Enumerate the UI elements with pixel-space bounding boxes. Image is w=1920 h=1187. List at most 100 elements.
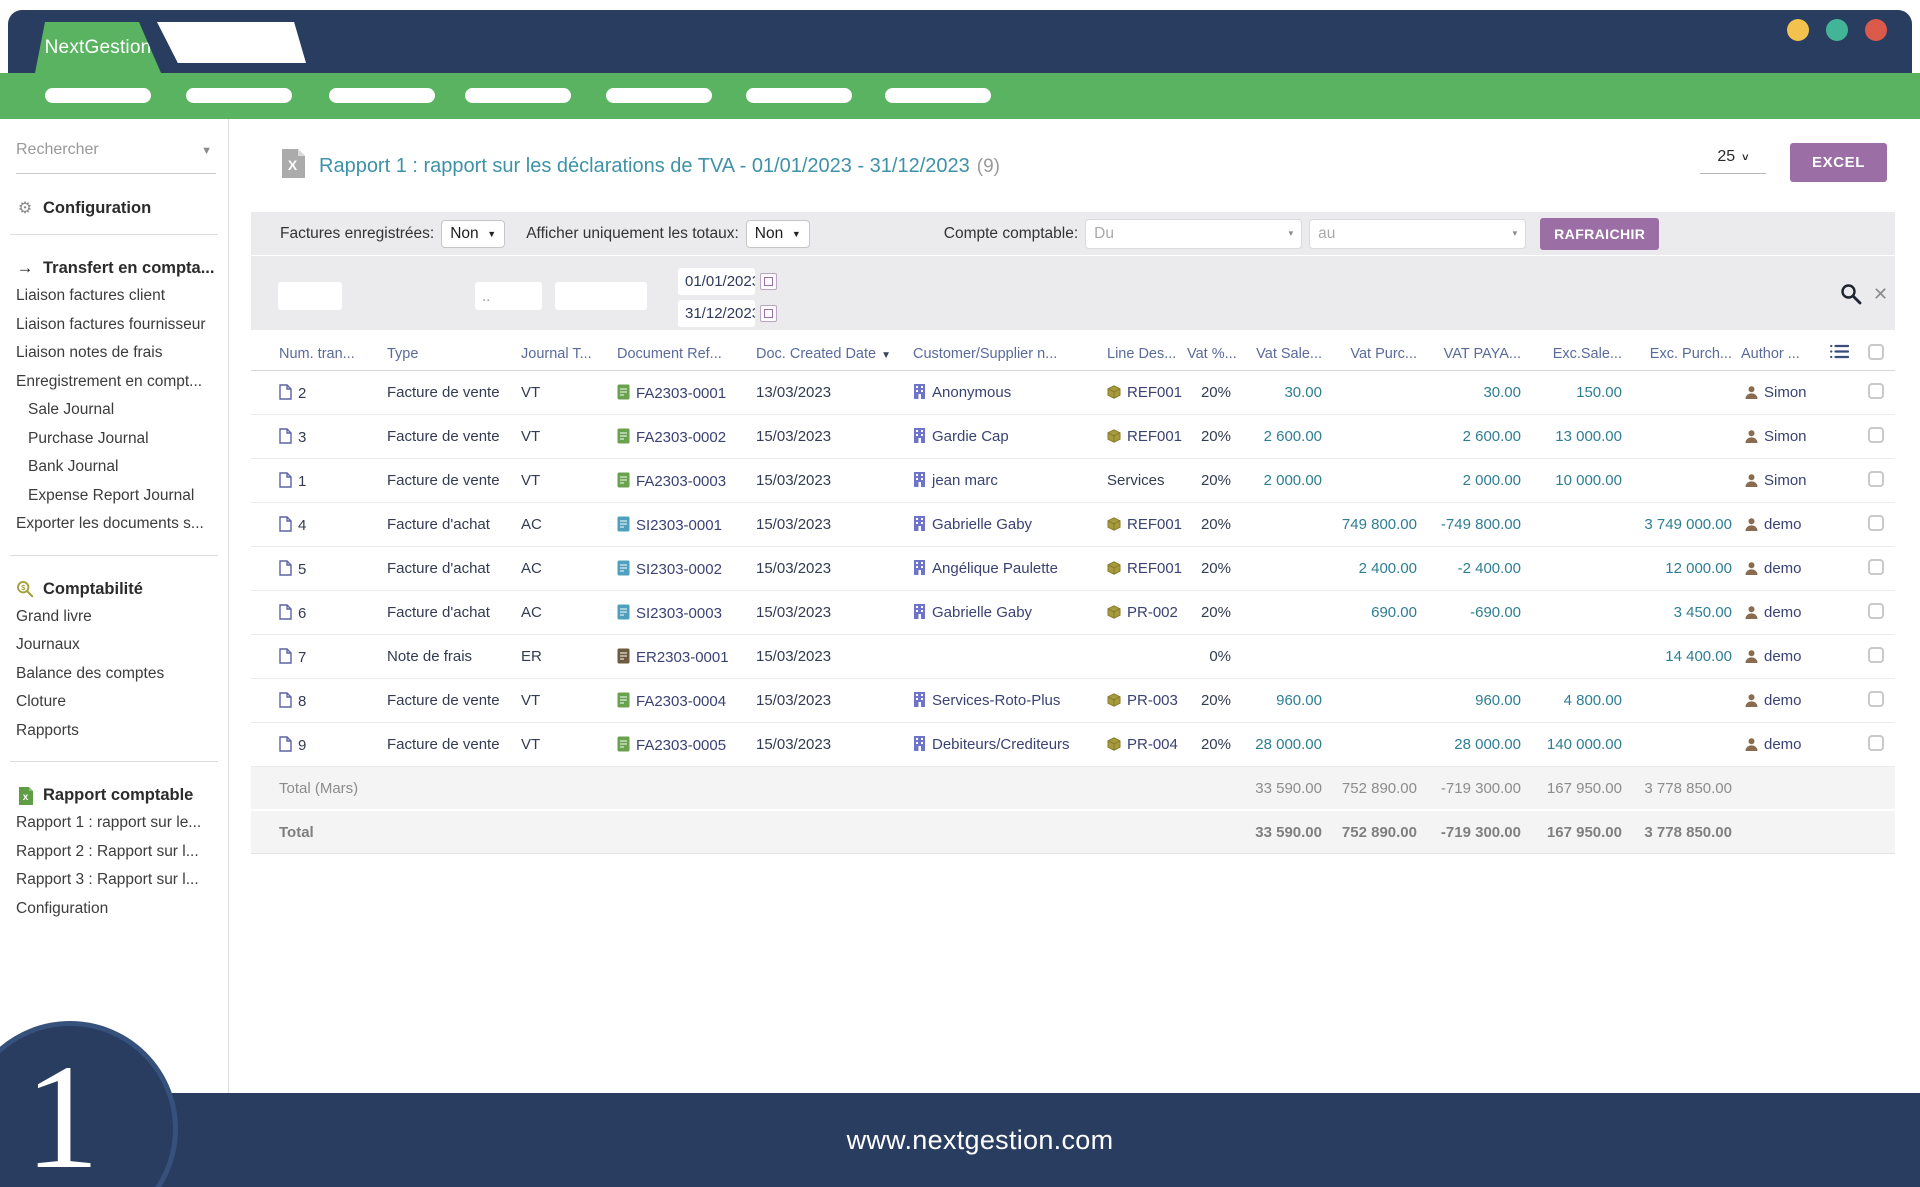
transaction-number-cell[interactable]: 9 <box>251 723 386 767</box>
column-header[interactable]: Type <box>386 337 520 371</box>
transaction-number-cell[interactable]: 4 <box>251 503 386 547</box>
calendar-icon[interactable] <box>760 305 777 322</box>
list-view-icon[interactable] <box>1830 344 1849 359</box>
window-maximize-dot[interactable] <box>1826 19 1848 41</box>
author-cell[interactable]: demo <box>1740 503 1855 547</box>
column-header[interactable]: Vat Purc... <box>1330 337 1425 371</box>
row-checkbox[interactable] <box>1868 647 1884 663</box>
sidebar-item[interactable]: Liaison factures fournisseur <box>16 311 228 340</box>
transaction-number-cell[interactable]: 7 <box>251 635 386 679</box>
author-cell[interactable]: Simon <box>1740 415 1855 459</box>
calendar-icon[interactable] <box>760 273 777 290</box>
search-icon[interactable] <box>1840 283 1862 310</box>
column-header[interactable]: Exc.Sale... <box>1529 337 1630 371</box>
column-header[interactable]: Line Des... <box>1106 337 1186 371</box>
customer-supplier-cell[interactable] <box>912 635 1106 679</box>
sidebar-item[interactable]: Rapport 1 : rapport sur le... <box>16 809 228 838</box>
row-checkbox[interactable] <box>1868 691 1884 707</box>
transaction-number-cell[interactable]: 1 <box>251 459 386 503</box>
document-ref-cell[interactable]: FA2303-0001 <box>616 371 755 415</box>
document-ref-cell[interactable]: FA2303-0002 <box>616 415 755 459</box>
sidebar-item[interactable]: Bank Journal <box>28 453 228 482</box>
sidebar-group-transfert[interactable]: →Transfert en compta... <box>16 259 220 278</box>
column-header[interactable]: Doc. Created Date▼ <box>755 337 912 371</box>
customer-supplier-cell[interactable]: Gabrielle Gaby <box>912 591 1106 635</box>
column-header[interactable]: Author ... <box>1740 337 1855 371</box>
page-size-select[interactable]: 25˅ <box>1700 148 1766 174</box>
sidebar-item[interactable]: Sale Journal <box>28 396 228 425</box>
nav-item-placeholder[interactable] <box>465 88 571 103</box>
select-all-checkbox[interactable] <box>1868 344 1884 360</box>
column-header[interactable]: VAT PAYA... <box>1425 337 1529 371</box>
registered-filter-select[interactable]: Non▼ <box>441 220 505 248</box>
nav-item-placeholder[interactable] <box>885 88 991 103</box>
row-checkbox[interactable] <box>1868 735 1884 751</box>
document-ref-cell[interactable]: FA2303-0003 <box>616 459 755 503</box>
sidebar-item[interactable]: Enregistrement en compt... <box>16 368 228 397</box>
sidebar-item[interactable]: Rapports <box>16 717 228 746</box>
row-checkbox[interactable] <box>1868 515 1884 531</box>
sidebar-search-input[interactable]: Rechercher ▼ <box>16 141 216 174</box>
sidebar-group-configuration[interactable]: ⚙Configuration <box>16 198 220 218</box>
sidebar-item[interactable]: Journaux <box>16 631 228 660</box>
customer-supplier-cell[interactable]: Gardie Cap <box>912 415 1106 459</box>
transaction-number-cell[interactable]: 2 <box>251 371 386 415</box>
column-header[interactable]: Exc. Purch... <box>1630 337 1740 371</box>
sidebar-item[interactable]: Grand livre <box>16 603 228 632</box>
customer-supplier-cell[interactable]: Anonymous <box>912 371 1106 415</box>
nav-item-placeholder[interactable] <box>606 88 712 103</box>
nav-item-placeholder[interactable] <box>45 88 151 103</box>
customer-supplier-cell[interactable]: Angélique Paulette <box>912 547 1106 591</box>
author-cell[interactable]: demo <box>1740 723 1855 767</box>
customer-supplier-cell[interactable]: Services-Roto-Plus <box>912 679 1106 723</box>
document-ref-cell[interactable]: FA2303-0005 <box>616 723 755 767</box>
window-minimize-dot[interactable] <box>1787 19 1809 41</box>
document-ref-cell[interactable]: ER2303-0001 <box>616 635 755 679</box>
secondary-tab[interactable] <box>157 22 306 63</box>
sidebar-item[interactable]: Liaison factures client <box>16 282 228 311</box>
nav-item-placeholder[interactable] <box>746 88 852 103</box>
date-from-input[interactable] <box>678 268 755 295</box>
refresh-button[interactable]: RAFRAICHIR <box>1540 218 1659 250</box>
sidebar-item[interactable]: Configuration <box>16 895 228 924</box>
column-header[interactable]: Journal T... <box>520 337 616 371</box>
row-checkbox[interactable] <box>1868 471 1884 487</box>
row-checkbox[interactable] <box>1868 559 1884 575</box>
column-header[interactable]: Customer/Supplier n... <box>912 337 1106 371</box>
author-cell[interactable]: demo <box>1740 679 1855 723</box>
sidebar-item[interactable]: Exporter les documents s... <box>16 510 228 539</box>
account-to-select[interactable]: au▾ <box>1309 219 1526 249</box>
sidebar-item[interactable]: Balance des comptes <box>16 660 228 689</box>
window-close-dot[interactable] <box>1865 19 1887 41</box>
sidebar-group-comptabilite[interactable]: $Comptabilité <box>16 580 220 599</box>
excel-export-button[interactable]: EXCEL <box>1790 143 1887 182</box>
sidebar-item[interactable]: Rapport 3 : Rapport sur l... <box>16 866 228 895</box>
date-to-input[interactable] <box>678 300 755 327</box>
sidebar-item[interactable]: Expense Report Journal <box>28 482 228 511</box>
sidebar-item[interactable]: Liaison notes de frais <box>16 339 228 368</box>
transaction-number-cell[interactable]: 8 <box>251 679 386 723</box>
document-ref-cell[interactable]: SI2303-0001 <box>616 503 755 547</box>
customer-supplier-cell[interactable]: Gabrielle Gaby <box>912 503 1106 547</box>
journal-filter-input[interactable] <box>475 282 542 310</box>
num-filter-input[interactable] <box>278 282 342 310</box>
author-cell[interactable]: Simon <box>1740 371 1855 415</box>
row-checkbox[interactable] <box>1868 603 1884 619</box>
sidebar-item[interactable]: Purchase Journal <box>28 425 228 454</box>
brand-tab[interactable]: NextGestion <box>35 22 161 73</box>
row-checkbox[interactable] <box>1868 427 1884 443</box>
account-from-select[interactable]: Du▾ <box>1085 219 1302 249</box>
clear-icon[interactable]: ✕ <box>1873 284 1888 305</box>
column-header[interactable]: Document Ref... <box>616 337 755 371</box>
author-cell[interactable]: demo <box>1740 591 1855 635</box>
author-cell[interactable]: demo <box>1740 635 1855 679</box>
transaction-number-cell[interactable]: 6 <box>251 591 386 635</box>
nav-item-placeholder[interactable] <box>186 88 292 103</box>
document-filter-input[interactable] <box>555 282 647 310</box>
totals-only-select[interactable]: Non▼ <box>746 220 810 248</box>
author-cell[interactable]: demo <box>1740 547 1855 591</box>
sidebar-item[interactable]: Rapport 2 : Rapport sur l... <box>16 838 228 867</box>
document-ref-cell[interactable]: SI2303-0002 <box>616 547 755 591</box>
customer-supplier-cell[interactable]: Debiteurs/Crediteurs <box>912 723 1106 767</box>
document-ref-cell[interactable]: SI2303-0003 <box>616 591 755 635</box>
